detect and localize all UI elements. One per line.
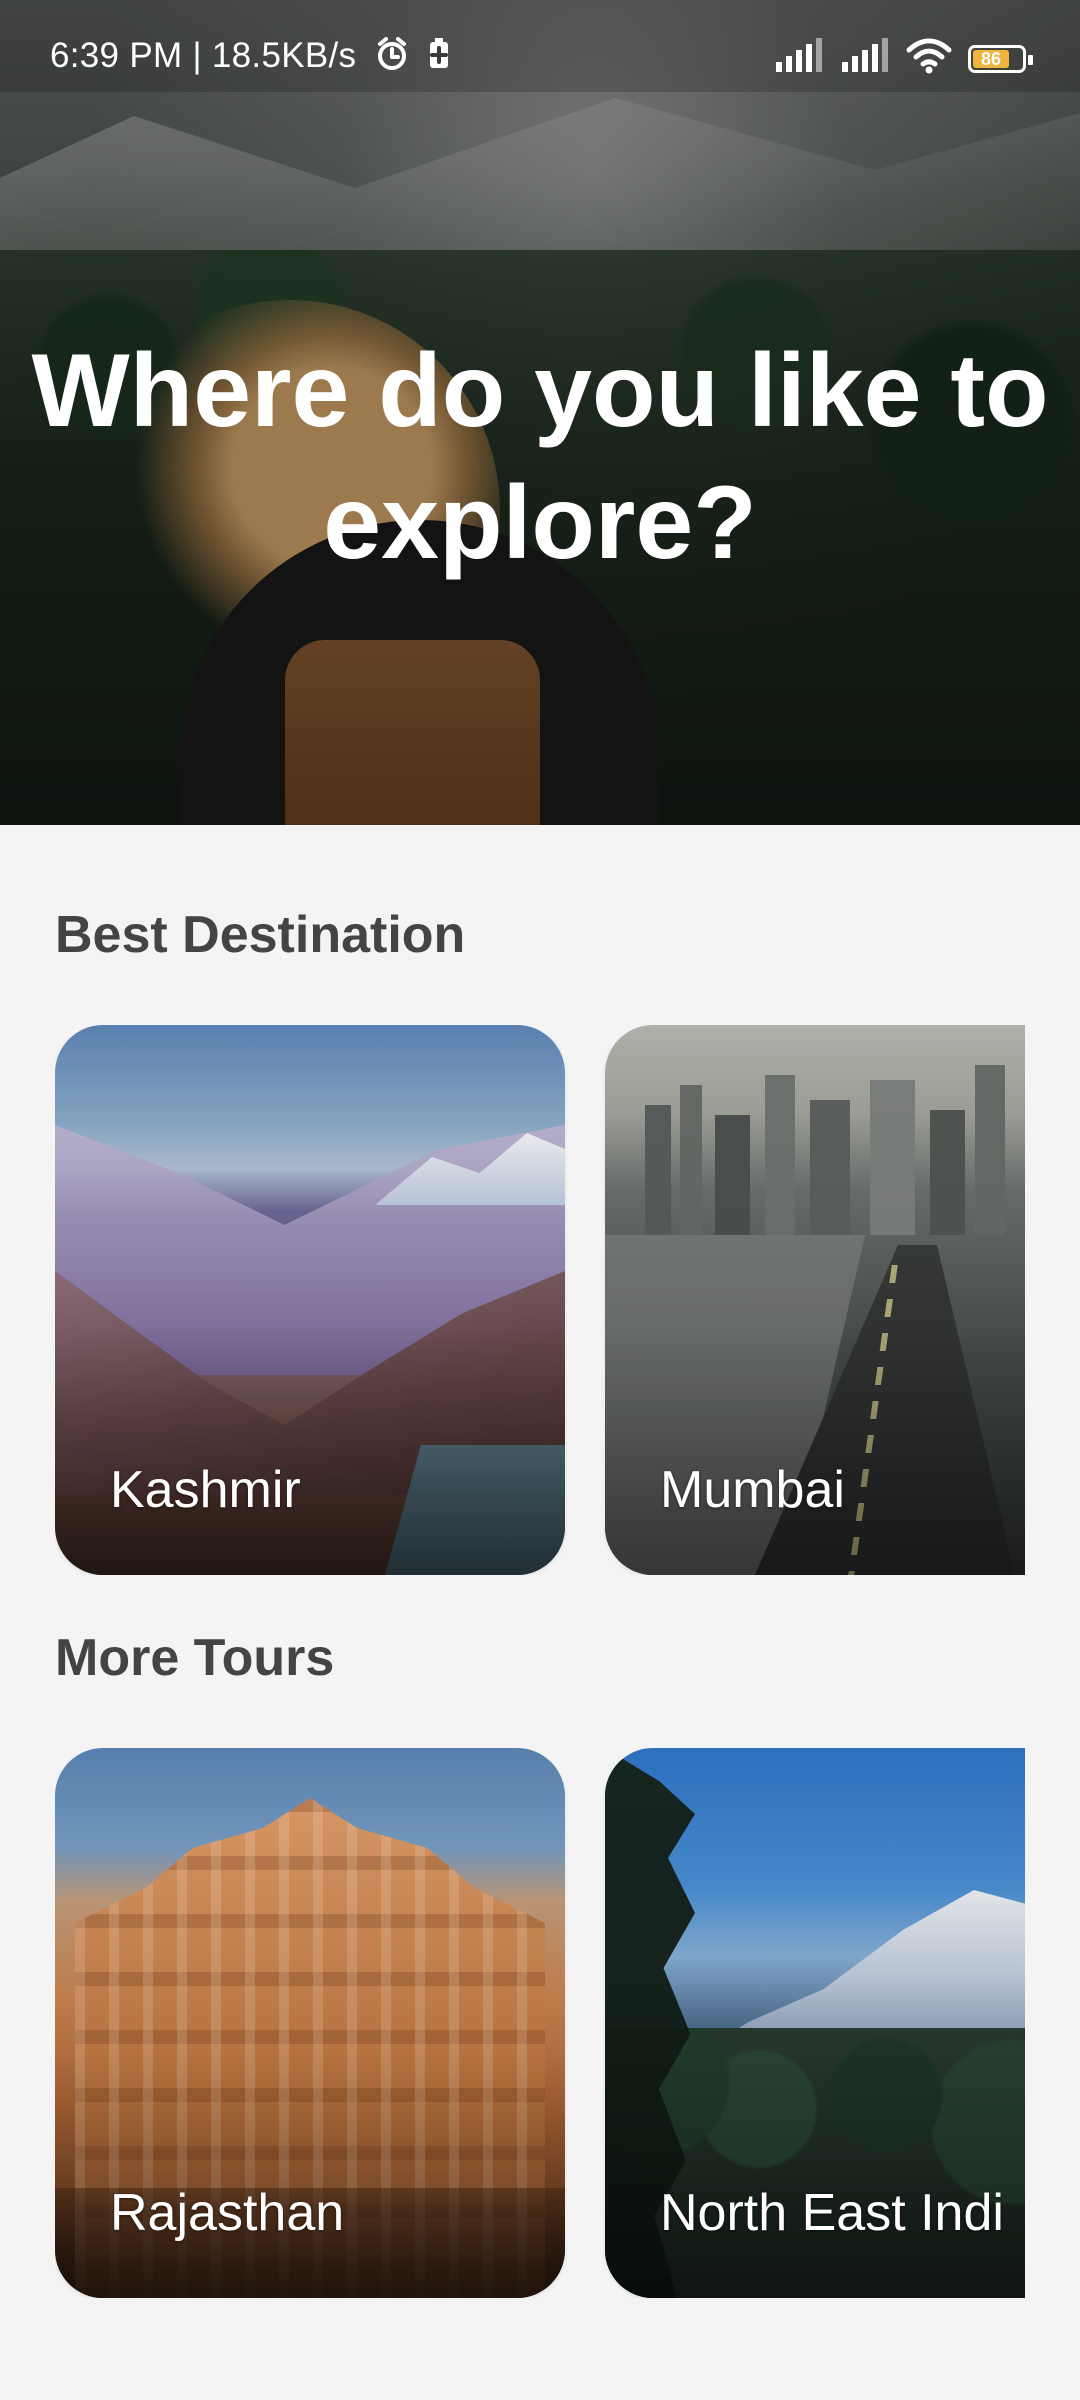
card-label: Kashmir <box>110 1461 301 1519</box>
section-title-best-destination: Best Destination <box>55 906 466 964</box>
tour-card-rajasthan[interactable]: Rajasthan <box>55 1748 565 2298</box>
status-right-icons: 86 <box>772 36 1033 81</box>
status-left-icons <box>372 34 456 79</box>
card-label: Mumbai <box>660 1461 845 1519</box>
wifi-icon <box>904 36 954 81</box>
status-bar: 6:39 PM | 18.5KB/s 86 <box>0 0 1080 92</box>
battery-cap <box>1028 54 1033 65</box>
destination-card-mumbai[interactable]: Mumbai <box>605 1025 1025 1575</box>
alarm-icon <box>372 34 412 79</box>
tour-card-north-east-india[interactable]: North East Indi <box>605 1748 1025 2298</box>
hero-title: Where do you like to explore? <box>31 333 1049 581</box>
card-label: North East Indi <box>660 2184 1004 2242</box>
signal-icon <box>838 38 890 79</box>
battery-icon: 86 <box>968 44 1033 73</box>
signal-icon <box>772 38 824 79</box>
status-time: 6:39 PM | 18.5KB/s <box>50 36 357 75</box>
destination-card-kashmir[interactable]: Kashmir <box>55 1025 565 1575</box>
best-destination-carousel[interactable]: Kashmir Mumbai <box>55 1025 1025 1575</box>
section-title-more-tours: More Tours <box>55 1629 335 1687</box>
battery-level: 86 <box>980 48 1002 69</box>
more-tours-carousel[interactable]: Rajasthan North East Indi <box>55 1748 1025 2298</box>
battery-saver-icon <box>422 34 456 79</box>
card-label: Rajasthan <box>110 2184 345 2242</box>
